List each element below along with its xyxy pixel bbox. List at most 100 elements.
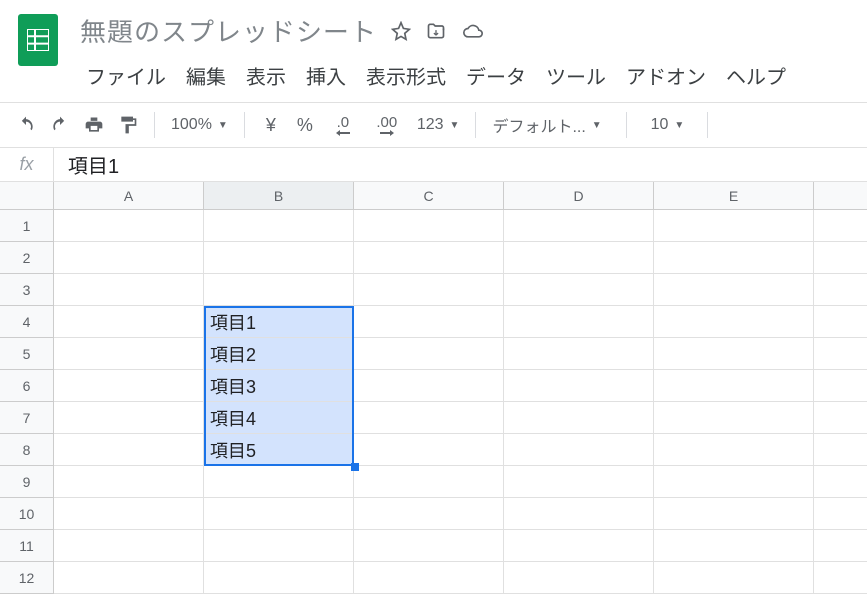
row-header[interactable]: 2 bbox=[0, 242, 54, 274]
spreadsheet-grid[interactable]: A B C D E 1 2 3 4 5 6 7 8 9 10 11 12 項目1… bbox=[0, 182, 867, 612]
cell-D7[interactable] bbox=[504, 402, 654, 434]
cell-F8[interactable] bbox=[814, 434, 867, 466]
cell-A8[interactable] bbox=[54, 434, 204, 466]
redo-button[interactable] bbox=[44, 109, 76, 141]
cell-D2[interactable] bbox=[504, 242, 654, 274]
font-select[interactable]: デフォルト... ▼ bbox=[486, 113, 616, 137]
cloud-status-icon[interactable] bbox=[461, 21, 485, 41]
star-icon[interactable] bbox=[391, 21, 411, 41]
formula-input[interactable]: 項目1 bbox=[54, 150, 867, 179]
row-header[interactable]: 12 bbox=[0, 562, 54, 594]
cell-A7[interactable] bbox=[54, 402, 204, 434]
cell-F3[interactable] bbox=[814, 274, 867, 306]
col-header-D[interactable]: D bbox=[504, 182, 654, 210]
cell-D3[interactable] bbox=[504, 274, 654, 306]
cell-F5[interactable] bbox=[814, 338, 867, 370]
cell-E11[interactable] bbox=[654, 530, 814, 562]
decrease-decimal-button[interactable]: .0 bbox=[323, 109, 363, 141]
undo-button[interactable] bbox=[10, 109, 42, 141]
cell-D12[interactable] bbox=[504, 562, 654, 594]
cell-C9[interactable] bbox=[354, 466, 504, 498]
col-header-E[interactable]: E bbox=[654, 182, 814, 210]
cell-D1[interactable] bbox=[504, 210, 654, 242]
row-header[interactable]: 6 bbox=[0, 370, 54, 402]
row-header[interactable]: 3 bbox=[0, 274, 54, 306]
format-percent-button[interactable]: % bbox=[289, 109, 321, 141]
increase-decimal-button[interactable]: .00 bbox=[365, 109, 409, 141]
cell-E1[interactable] bbox=[654, 210, 814, 242]
cells-area[interactable]: 項目1項目2項目3項目4項目5 bbox=[54, 210, 867, 594]
cell-D4[interactable] bbox=[504, 306, 654, 338]
cell-A3[interactable] bbox=[54, 274, 204, 306]
cell-E10[interactable] bbox=[654, 498, 814, 530]
cell-B7[interactable]: 項目4 bbox=[204, 402, 354, 434]
print-button[interactable] bbox=[78, 109, 110, 141]
doc-title[interactable]: 無題のスプレッドシート bbox=[80, 12, 377, 49]
menu-help[interactable]: ヘルプ bbox=[720, 59, 792, 92]
cell-A9[interactable] bbox=[54, 466, 204, 498]
cell-F4[interactable] bbox=[814, 306, 867, 338]
row-header[interactable]: 11 bbox=[0, 530, 54, 562]
menu-edit[interactable]: 編集 bbox=[180, 59, 232, 92]
cell-B10[interactable] bbox=[204, 498, 354, 530]
cell-E6[interactable] bbox=[654, 370, 814, 402]
cell-C6[interactable] bbox=[354, 370, 504, 402]
cell-E9[interactable] bbox=[654, 466, 814, 498]
col-header-B[interactable]: B bbox=[204, 182, 354, 210]
cell-A6[interactable] bbox=[54, 370, 204, 402]
cell-E12[interactable] bbox=[654, 562, 814, 594]
row-header[interactable]: 8 bbox=[0, 434, 54, 466]
menu-insert[interactable]: 挿入 bbox=[300, 59, 352, 92]
cell-C3[interactable] bbox=[354, 274, 504, 306]
menu-tools[interactable]: ツール bbox=[540, 59, 612, 92]
app-logo[interactable] bbox=[8, 8, 68, 102]
cell-B2[interactable] bbox=[204, 242, 354, 274]
cell-B8[interactable]: 項目5 bbox=[204, 434, 354, 466]
cell-A11[interactable] bbox=[54, 530, 204, 562]
cell-C2[interactable] bbox=[354, 242, 504, 274]
cell-F7[interactable] bbox=[814, 402, 867, 434]
select-all-corner[interactable] bbox=[0, 182, 54, 210]
menu-format[interactable]: 表示形式 bbox=[360, 59, 452, 92]
cell-E2[interactable] bbox=[654, 242, 814, 274]
cell-E7[interactable] bbox=[654, 402, 814, 434]
cell-D6[interactable] bbox=[504, 370, 654, 402]
row-header[interactable]: 7 bbox=[0, 402, 54, 434]
cell-A5[interactable] bbox=[54, 338, 204, 370]
cell-D10[interactable] bbox=[504, 498, 654, 530]
font-size-select[interactable]: 10 ▼ bbox=[637, 116, 697, 134]
fill-handle[interactable] bbox=[351, 463, 359, 471]
cell-D8[interactable] bbox=[504, 434, 654, 466]
cell-B5[interactable]: 項目2 bbox=[204, 338, 354, 370]
cell-F1[interactable] bbox=[814, 210, 867, 242]
cell-C1[interactable] bbox=[354, 210, 504, 242]
cell-E8[interactable] bbox=[654, 434, 814, 466]
cell-C12[interactable] bbox=[354, 562, 504, 594]
cell-B11[interactable] bbox=[204, 530, 354, 562]
cell-C5[interactable] bbox=[354, 338, 504, 370]
cell-E4[interactable] bbox=[654, 306, 814, 338]
cell-D9[interactable] bbox=[504, 466, 654, 498]
cell-C4[interactable] bbox=[354, 306, 504, 338]
cell-F6[interactable] bbox=[814, 370, 867, 402]
cell-F9[interactable] bbox=[814, 466, 867, 498]
cell-B12[interactable] bbox=[204, 562, 354, 594]
row-header[interactable]: 5 bbox=[0, 338, 54, 370]
cell-B4[interactable]: 項目1 bbox=[204, 306, 354, 338]
paint-format-button[interactable] bbox=[112, 109, 144, 141]
cell-B6[interactable]: 項目3 bbox=[204, 370, 354, 402]
cell-A4[interactable] bbox=[54, 306, 204, 338]
col-header-C[interactable]: C bbox=[354, 182, 504, 210]
cell-C11[interactable] bbox=[354, 530, 504, 562]
cell-A10[interactable] bbox=[54, 498, 204, 530]
row-header[interactable]: 1 bbox=[0, 210, 54, 242]
number-format-select[interactable]: 123 ▼ bbox=[411, 116, 466, 134]
cell-A1[interactable] bbox=[54, 210, 204, 242]
row-header[interactable]: 10 bbox=[0, 498, 54, 530]
menu-data[interactable]: データ bbox=[460, 59, 532, 92]
cell-C8[interactable] bbox=[354, 434, 504, 466]
row-header[interactable]: 4 bbox=[0, 306, 54, 338]
cell-D5[interactable] bbox=[504, 338, 654, 370]
move-icon[interactable] bbox=[425, 21, 447, 41]
cell-B3[interactable] bbox=[204, 274, 354, 306]
